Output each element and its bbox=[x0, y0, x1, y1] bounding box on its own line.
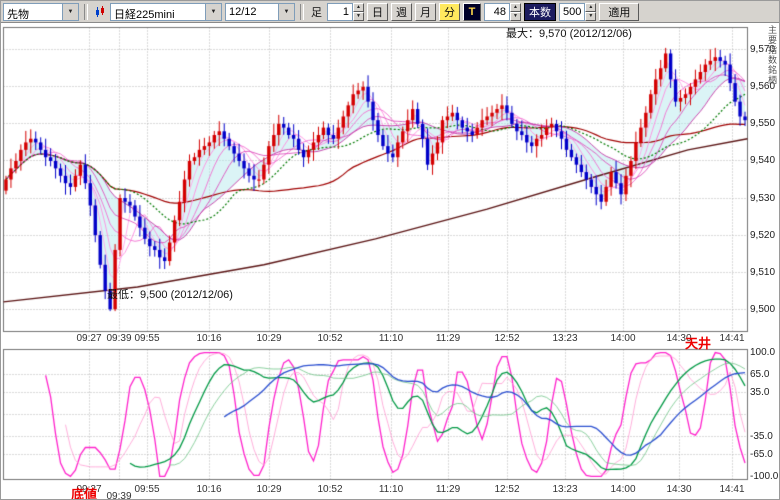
ma-param-spinner[interactable]: 48 ▲▼ bbox=[484, 3, 521, 21]
min-price-annotation: 最低：9,500 (2012/12/06) bbox=[107, 286, 233, 302]
date-value: 12/12 bbox=[226, 4, 278, 20]
period-minute-button[interactable]: 分 bbox=[439, 3, 460, 21]
bar-type-label: 足 bbox=[309, 4, 324, 20]
arrow-up-icon[interactable]: ▲ bbox=[353, 3, 364, 12]
instrument-type-select[interactable]: 先物 ▼ bbox=[3, 3, 79, 21]
bar-count-spinner[interactable]: 500 ▲▼ bbox=[559, 3, 596, 21]
spinner-arrows[interactable]: ▲▼ bbox=[585, 3, 596, 21]
arrow-up-icon[interactable]: ▲ bbox=[585, 3, 596, 12]
toolbar-separator bbox=[84, 4, 88, 20]
arrow-down-icon[interactable]: ▼ bbox=[585, 12, 596, 21]
candlestick-icon bbox=[93, 5, 107, 19]
spinner-arrows[interactable]: ▲▼ bbox=[510, 3, 521, 21]
apply-button[interactable]: 適用 bbox=[599, 3, 639, 21]
price-chart-canvas[interactable] bbox=[1, 1, 780, 500]
ceiling-signal-label: 天井 bbox=[685, 333, 711, 352]
instrument-type-value: 先物 bbox=[4, 4, 62, 20]
arrow-down-icon[interactable]: ▼ bbox=[510, 12, 521, 21]
chart-app-window: 9,5709,5609,5509,5409,5309,5209,5109,500… bbox=[0, 0, 780, 500]
chevron-down-icon[interactable]: ▼ bbox=[62, 4, 78, 20]
ma-param-value: 48 bbox=[484, 3, 510, 21]
period-day-button[interactable]: 日 bbox=[367, 3, 388, 21]
symbol-select[interactable]: 日経225mini ▼ bbox=[110, 3, 222, 21]
bar-count-value: 500 bbox=[559, 3, 585, 21]
chevron-down-icon[interactable]: ▼ bbox=[278, 4, 294, 20]
tick-button[interactable]: T bbox=[463, 3, 481, 21]
toolbar-separator bbox=[300, 4, 304, 20]
max-price-annotation: 最大：9,570 (2012/12/06) bbox=[506, 25, 632, 41]
symbol-value: 日経225mini bbox=[111, 4, 205, 20]
period-week-button[interactable]: 週 bbox=[391, 3, 412, 21]
spinner-arrows[interactable]: ▲▼ bbox=[353, 3, 364, 21]
date-select[interactable]: 12/12 ▼ bbox=[225, 3, 295, 21]
side-vertical-label: 主要指数銘柄 bbox=[766, 25, 779, 85]
period-month-button[interactable]: 月 bbox=[415, 3, 436, 21]
count-label: 本数 bbox=[524, 3, 556, 21]
chevron-down-icon[interactable]: ▼ bbox=[205, 4, 221, 20]
arrow-down-icon[interactable]: ▼ bbox=[353, 12, 364, 21]
interval-value: 1 bbox=[327, 3, 353, 21]
bottom-signal-label: 底値 bbox=[71, 484, 97, 500]
toolbar: 先物 ▼ 日経225mini ▼ 12/12 ▼ 足 1 ▲▼ 日 週 月 bbox=[1, 1, 780, 23]
interval-spinner[interactable]: 1 ▲▼ bbox=[327, 3, 364, 21]
arrow-up-icon[interactable]: ▲ bbox=[510, 3, 521, 12]
